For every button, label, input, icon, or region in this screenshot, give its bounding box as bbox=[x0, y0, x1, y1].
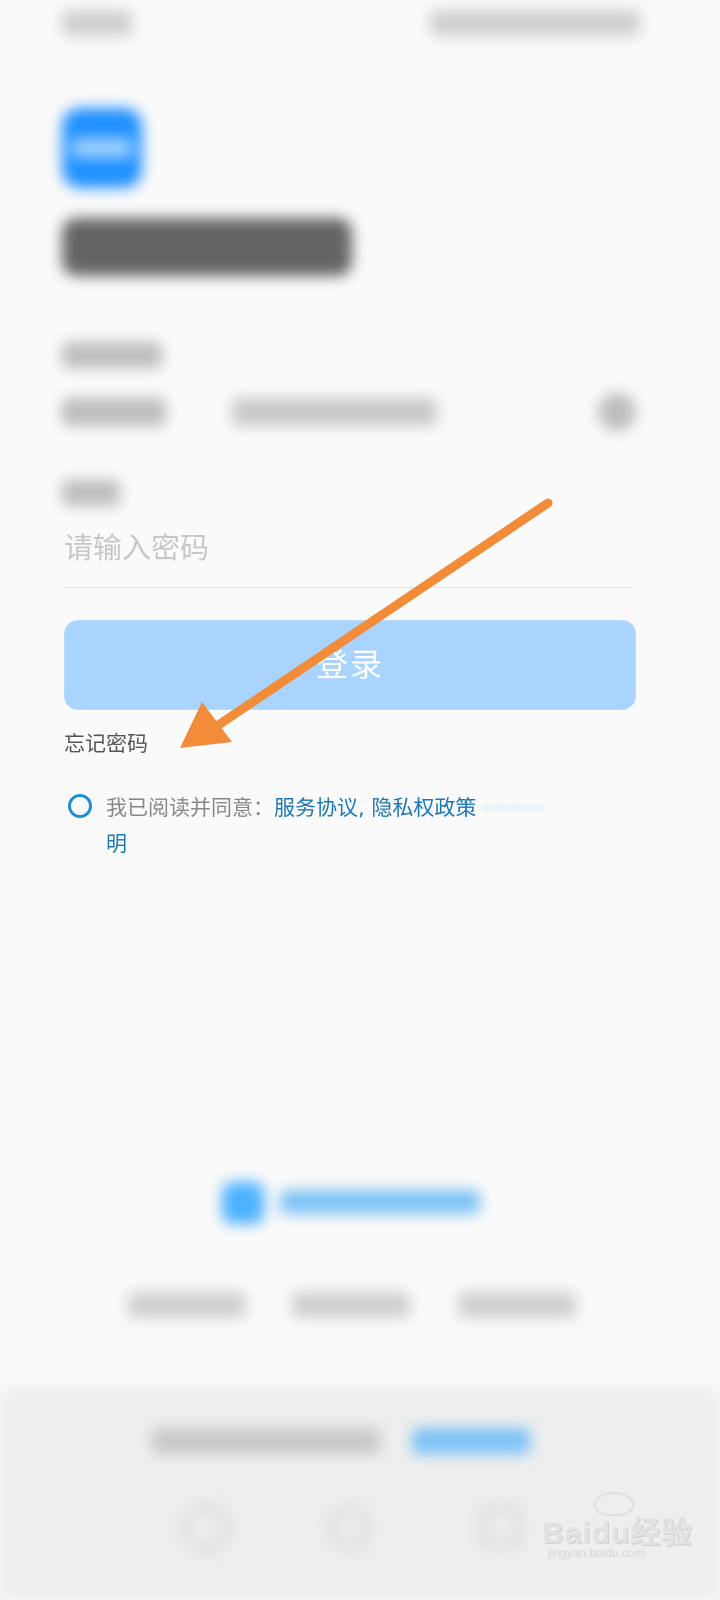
other-login-icon bbox=[222, 1182, 264, 1224]
agree-checkbox[interactable] bbox=[68, 794, 92, 818]
status-bar bbox=[0, 10, 720, 50]
register-link[interactable] bbox=[412, 1428, 530, 1454]
carrier-signal bbox=[62, 10, 132, 36]
password-divider bbox=[64, 587, 634, 588]
app-logo bbox=[62, 108, 142, 188]
login-screen: 登录 忘记密码 我已阅读并同意：服务协议, 隐私权政策 ········· 明 … bbox=[0, 0, 720, 1600]
register-prompt bbox=[152, 1428, 380, 1454]
phone-input[interactable] bbox=[232, 398, 437, 426]
home-icon[interactable] bbox=[330, 1508, 370, 1548]
privacy-policy-link[interactable]: 隐私权政策 bbox=[371, 796, 476, 820]
other-login-option[interactable] bbox=[222, 1180, 482, 1226]
password-input[interactable] bbox=[64, 522, 634, 574]
blurred-link[interactable]: ········· bbox=[476, 796, 543, 820]
greeting-title bbox=[62, 218, 352, 276]
back-icon[interactable] bbox=[177, 1499, 235, 1557]
status-icons bbox=[430, 10, 640, 36]
password-label bbox=[62, 480, 120, 506]
country-code-select[interactable] bbox=[62, 398, 166, 426]
service-agreement-link[interactable]: 服务协议 bbox=[274, 796, 358, 820]
phone-label bbox=[62, 342, 162, 368]
agreement-separator: , bbox=[358, 796, 365, 820]
quick-link-2[interactable] bbox=[292, 1292, 410, 1318]
quick-link-1[interactable] bbox=[128, 1292, 246, 1318]
clear-icon[interactable] bbox=[598, 393, 636, 431]
recent-apps-icon[interactable] bbox=[482, 1508, 520, 1546]
other-login-text bbox=[280, 1190, 480, 1214]
logo-text bbox=[72, 138, 132, 158]
login-button[interactable]: 登录 bbox=[64, 620, 636, 710]
baidu-watermark: Baidu经验 jingyan.baidu.com bbox=[542, 1492, 702, 1564]
agreement-text: 我已阅读并同意：服务协议, 隐私权政策 ········· 明 bbox=[106, 790, 616, 862]
watermark-url: jingyan.baidu.com bbox=[548, 1546, 645, 1560]
forgot-password-link[interactable]: 忘记密码 bbox=[64, 728, 148, 758]
quick-link-3[interactable] bbox=[458, 1292, 576, 1318]
agreement-trailing[interactable]: 明 bbox=[106, 832, 127, 856]
agreement-prefix: 我已阅读并同意： bbox=[106, 796, 274, 820]
